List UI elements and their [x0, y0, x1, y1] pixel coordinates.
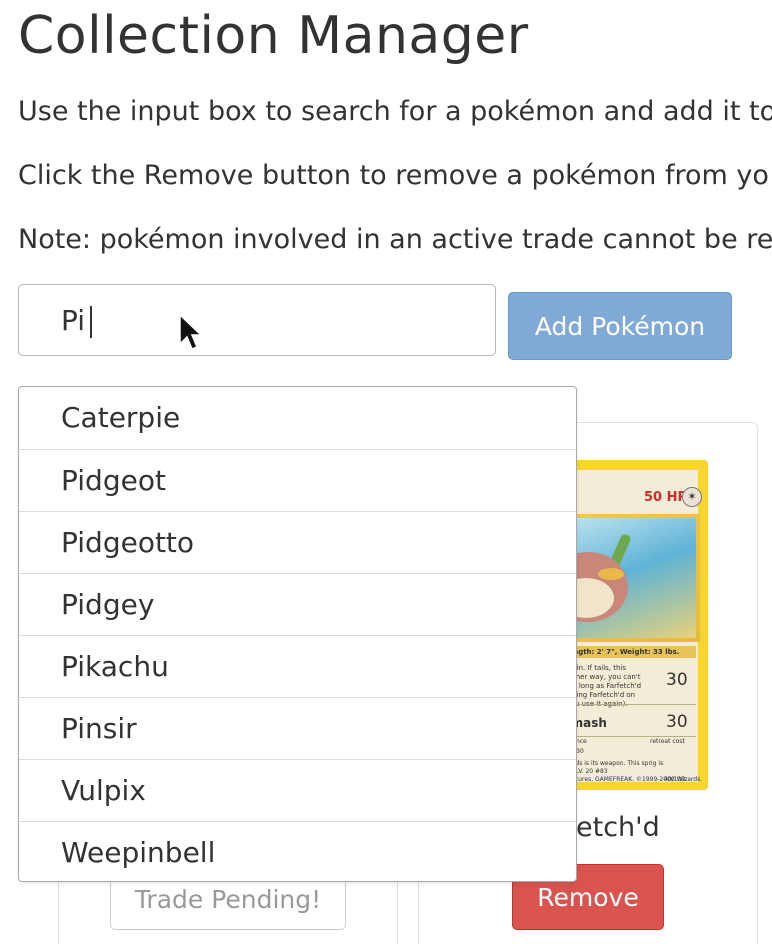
card-art — [568, 518, 696, 638]
dropdown-item-caterpie[interactable]: Caterpie — [19, 387, 576, 449]
card-flavor-text: t holds is its weapon. This sprig is — [562, 760, 664, 767]
card-divider-2 — [562, 736, 696, 737]
card-divider-1 — [562, 704, 696, 705]
card-retreat-label: retreat cost — [650, 738, 685, 745]
card-attack1-damage: 30 — [666, 670, 688, 690]
text-caret — [90, 306, 92, 338]
pokemon-card-face: 50 HP ✶ Length: 2' 7", Weight: 33 lbs. a… — [560, 470, 702, 783]
pokemon-name: etch'd — [576, 812, 660, 843]
instruction-remove: Click the Remove button to remove a poké… — [18, 160, 769, 191]
collection-manager-page: Collection Manager Use the input box to … — [0, 0, 772, 944]
card-hp: 50 HP — [644, 490, 688, 505]
colorless-energy-icon: ✶ — [682, 487, 702, 507]
dropdown-item-pidgeotto[interactable]: Pidgeotto — [19, 511, 576, 573]
instruction-search: Use the input box to search for a pokémo… — [18, 96, 772, 127]
instruction-note: Note: pokémon involved in an active trad… — [18, 224, 772, 255]
card-attack2-damage: 30 — [666, 712, 688, 732]
add-pokemon-button[interactable]: Add Pokémon — [508, 292, 732, 360]
dropdown-item-vulpix[interactable]: Vulpix — [19, 759, 576, 821]
dropdown-item-weepinbell[interactable]: Weepinbell — [19, 821, 576, 881]
card-length-weight: Length: 2' 7", Weight: 33 lbs. — [564, 646, 696, 658]
page-title: Collection Manager — [18, 6, 529, 66]
dropdown-item-pikachu[interactable]: Pikachu — [19, 635, 576, 697]
card-set-number: 40/130 — [664, 776, 686, 783]
dropdown-item-pidgeot[interactable]: Pidgeot — [19, 449, 576, 511]
dropdown-item-pidgey[interactable]: Pidgey — [19, 573, 576, 635]
bird-beak-illustration — [598, 568, 624, 580]
dropdown-item-pinsir[interactable]: Pinsir — [19, 697, 576, 759]
autocomplete-dropdown: Caterpie Pidgeot Pidgeotto Pidgey Pikach… — [18, 386, 577, 882]
mouse-pointer-icon — [179, 314, 202, 350]
